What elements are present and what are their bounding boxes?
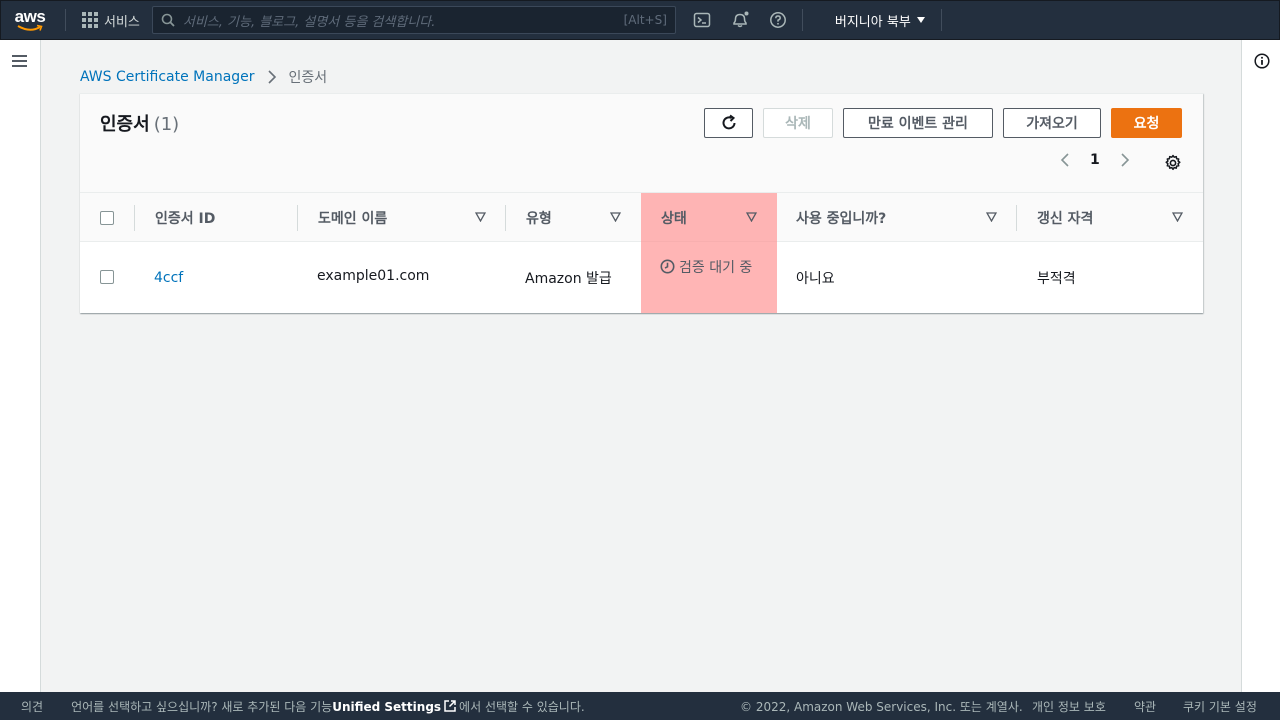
aws-logo[interactable]: aws <box>1 0 59 40</box>
chevron-right-icon[interactable] <box>1120 153 1130 167</box>
page-number[interactable]: 1 <box>1090 152 1100 168</box>
nav-divider <box>940 9 942 31</box>
certificates-panel: 인증서 (1) 삭제 만료 이벤트 관리 가져오기 요청 1 인증서 ID 도메… <box>80 93 1203 313</box>
breadcrumb-current: 인증서 <box>288 70 328 86</box>
select-all-checkbox[interactable] <box>100 210 114 225</box>
refresh-button[interactable] <box>704 108 753 138</box>
page-title: 인증서 (1) <box>100 110 179 136</box>
services-grid-icon <box>82 12 98 28</box>
feedback-link[interactable]: 의견 <box>21 698 43 715</box>
search-shortcut: [Alt+S] <box>623 13 667 27</box>
panel-header: 인증서 (1) 삭제 만료 이벤트 관리 가져오기 요청 1 <box>80 94 1203 193</box>
request-button[interactable]: 요청 <box>1111 108 1182 138</box>
services-label: 서비스 <box>104 14 140 30</box>
column-header-certificate-id[interactable]: 인증서 ID <box>155 193 215 242</box>
privacy-link[interactable]: 개인 정보 보호 <box>1032 698 1106 715</box>
import-button[interactable]: 가져오기 <box>1003 108 1101 138</box>
hamburger-icon[interactable] <box>12 55 27 67</box>
sort-icon[interactable] <box>475 212 486 222</box>
certificate-count: (1) <box>153 114 180 135</box>
column-header-type[interactable]: 유형 <box>526 193 552 242</box>
sort-icon[interactable] <box>610 212 621 222</box>
language-notice-suffix: 에서 선택할 수 있습니다. <box>459 699 585 714</box>
column-header-status[interactable]: 상태 <box>661 193 687 242</box>
select-all-checkbox-cell <box>100 193 114 242</box>
nav-divider <box>65 9 66 31</box>
right-tools-rail <box>1241 40 1280 692</box>
chevron-right-icon <box>267 70 276 84</box>
clock-icon <box>660 259 675 274</box>
breadcrumb: AWS Certificate Manager 인증서 <box>80 67 327 87</box>
left-navigation-rail <box>0 40 41 692</box>
sort-icon[interactable] <box>1172 212 1183 222</box>
services-menu-button[interactable]: 서비스 <box>72 0 148 40</box>
chevron-left-icon[interactable] <box>1060 153 1070 167</box>
row-select-checkbox[interactable] <box>100 270 114 284</box>
refresh-icon <box>722 114 735 130</box>
column-divider <box>297 205 298 231</box>
column-divider <box>505 205 506 231</box>
sort-icon[interactable] <box>986 212 997 222</box>
domain-name-cell: example01.com <box>317 268 430 284</box>
panel-title-text: 인증서 <box>100 114 150 135</box>
status-text: 검증 대기 중 <box>679 260 753 276</box>
gear-icon[interactable] <box>1164 154 1182 172</box>
cookie-preferences-link[interactable]: 쿠키 기본 설정 <box>1183 698 1257 715</box>
delete-button[interactable]: 삭제 <box>763 108 833 138</box>
terms-link[interactable]: 약관 <box>1134 698 1156 715</box>
region-label: 버지니아 북부 <box>834 14 911 30</box>
column-header-domain-name[interactable]: 도메인 이름 <box>318 193 387 242</box>
certificate-id-link[interactable]: 4ccf <box>154 270 183 286</box>
column-header-in-use[interactable]: 사용 중입니까? <box>796 193 886 242</box>
search-input[interactable]: 서비스, 기능, 블로그, 설명서 등을 검색합니다. [Alt+S] <box>151 6 676 34</box>
footer: 의견 언어를 선택하고 싶으십니까? 새로 추가된 다음 기능Unified S… <box>0 692 1280 720</box>
language-notice: 언어를 선택하고 싶으십니까? 새로 추가된 다음 기능Unified Sett… <box>71 698 585 715</box>
copyright-text: © 2022, Amazon Web Services, Inc. 또는 계열사… <box>740 699 1023 714</box>
pagination: 1 <box>1060 152 1130 168</box>
logo-text: aws <box>14 6 46 26</box>
external-link-icon <box>444 699 456 712</box>
cloudshell-icon[interactable] <box>692 10 712 30</box>
sort-icon[interactable] <box>746 212 757 222</box>
in-use-cell: 아니요 <box>796 271 835 287</box>
column-divider <box>1016 205 1017 231</box>
status-cell: 검증 대기 중 <box>660 259 760 278</box>
help-icon[interactable] <box>768 10 788 30</box>
manage-expiry-events-button[interactable]: 만료 이벤트 관리 <box>843 108 993 138</box>
caret-down-icon <box>916 17 925 23</box>
region-selector[interactable]: 버지니아 북부 <box>835 11 925 30</box>
logo-smile-icon <box>17 24 43 31</box>
bell-icon[interactable] <box>730 10 750 30</box>
language-notice-text: 언어를 선택하고 싶으십니까? 새로 추가된 다음 기능 <box>71 699 333 714</box>
column-divider <box>134 205 135 231</box>
nav-divider <box>801 9 803 31</box>
top-navigation: aws 서비스 서비스, 기능, 블로그, 설명서 등을 검색합니다. [Alt… <box>0 0 1280 40</box>
search-icon <box>161 13 175 27</box>
renewal-eligibility-cell: 부적격 <box>1037 271 1076 287</box>
unified-settings-link[interactable]: Unified Settings <box>332 700 441 714</box>
search-placeholder: 서비스, 기능, 블로그, 설명서 등을 검색합니다. <box>182 14 436 30</box>
info-icon[interactable] <box>1254 53 1270 69</box>
breadcrumb-acm-link[interactable]: AWS Certificate Manager <box>80 69 255 85</box>
column-header-renewal-eligibility[interactable]: 갱신 자격 <box>1037 193 1093 242</box>
type-cell: Amazon 발급 <box>525 271 612 287</box>
